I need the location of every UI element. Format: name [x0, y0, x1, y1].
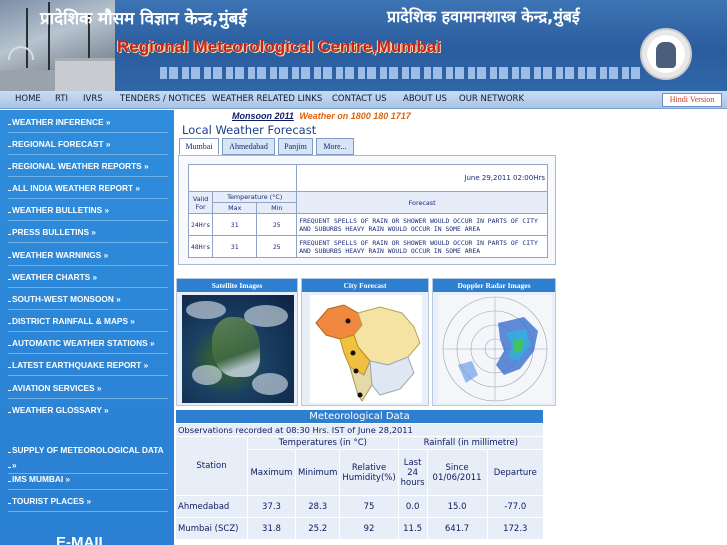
forecast-table: June 29,2011 02:00Hrs Valid For Temperat…: [187, 164, 548, 258]
nav-network[interactable]: OUR NETWORK: [459, 94, 524, 104]
tab-ahmedabad[interactable]: Ahmedabad: [222, 138, 275, 155]
header-last-24: Last 24 hours: [397, 449, 428, 496]
scrolling-marquee: [160, 67, 640, 79]
sidebar-item-regional-forecast[interactable]: REGIONAL FORECAST »: [8, 139, 111, 149]
row-max: 31: [212, 235, 258, 258]
nav-rti[interactable]: RTI: [55, 94, 68, 104]
row-forecast-text: FREQUENT SPELLS OF RAIN OR SHOWER WOULD …: [296, 235, 548, 258]
sidebar-item-district-rainfall[interactable]: DISTRICT RAINFALL & MAPS »: [8, 316, 135, 326]
city-forecast-title[interactable]: City Forecast: [302, 279, 428, 292]
monsoon-banner: Monsoon 2011 Weather on 1800 180 1717: [232, 111, 411, 121]
meteorological-data-table: Meteorological Data Observations recorde…: [175, 409, 545, 540]
header-minimum: Minimum: [294, 449, 341, 496]
sidebar-item-aws[interactable]: AUTOMATIC WEATHER STATIONS »: [8, 338, 155, 348]
header-humidity: Relative Humidity(%): [339, 449, 399, 496]
row-min: 25.2: [294, 517, 341, 540]
header-max: Max: [212, 202, 258, 214]
row-since: 641.7: [426, 517, 488, 540]
header-temperature: Temperature (°C): [212, 191, 298, 203]
local-forecast-title: Local Weather Forecast: [182, 123, 317, 137]
forecast-table-blank: [187, 164, 298, 192]
satellite-panel: Satellite Images: [176, 278, 298, 406]
sidebar-item-regional-weather-reports[interactable]: REGIONAL WEATHER REPORTS »: [8, 161, 149, 171]
header-maximum: Maximum: [247, 449, 296, 496]
nav-contact[interactable]: CONTACT US: [332, 94, 387, 104]
sidebar-item-all-india-report[interactable]: ALL INDIA WEATHER REPORT »: [8, 183, 140, 193]
row-valid: 48Hrs: [187, 235, 214, 258]
row-station: Ahmedabad: [175, 495, 248, 518]
sidebar-item-supply-data-arrow[interactable]: »: [8, 460, 17, 470]
sidebar-item-weather-bulletins[interactable]: WEATHER BULLETINS »: [7, 205, 109, 215]
doppler-panel: Doppler Radar Images: [432, 278, 556, 406]
hindi-title-left: प्रादेशिक मौसम विज्ञान केन्द्र,मुंबई: [40, 9, 247, 29]
header-station: Station: [175, 436, 248, 496]
tab-more[interactable]: More...: [316, 138, 354, 155]
nav-weather-links[interactable]: WEATHER RELATED LINKS: [212, 94, 322, 104]
sidebar-item-weather-inference[interactable]: WEATHER INFERENCE »: [8, 117, 111, 127]
top-navigation: HOME RTI IVRS TENDERS / NOTICES WEATHER …: [0, 91, 727, 109]
header-since: Since 01/06/2011: [426, 449, 488, 496]
header-departure: Departure: [486, 449, 545, 496]
nav-ivrs[interactable]: IVRS: [83, 94, 103, 104]
nav-about[interactable]: ABOUT US: [403, 94, 447, 104]
doppler-radar-image[interactable]: [438, 295, 552, 403]
satellite-image[interactable]: [182, 295, 294, 403]
row-max: 31: [212, 213, 258, 236]
ivrs-phone-text: Weather on 1800 180 1717: [299, 111, 411, 121]
sidebar-item-supply-data[interactable]: SUPPLY OF METEOROLOGICAL DATA: [8, 445, 164, 455]
row-max: 31.8: [247, 517, 296, 540]
hindi-version-button[interactable]: Hindi Version: [662, 93, 722, 107]
met-data-title: Meteorological Data: [175, 409, 544, 424]
row-last24: 11.5: [397, 517, 428, 540]
header-temperatures: Temperatures (in °C): [247, 436, 399, 450]
row-humidity: 75: [339, 495, 399, 518]
row-min: 28.3: [294, 495, 341, 518]
row-max: 37.3: [247, 495, 296, 518]
row-station: Mumbai (SCZ): [175, 517, 248, 540]
sidebar: WEATHER INFERENCE » REGIONAL FORECAST » …: [0, 110, 174, 545]
nav-tenders[interactable]: TENDERS / NOTICES: [120, 94, 206, 104]
sidebar-item-earthquake[interactable]: LATEST EARTHQUAKE REPORT »: [7, 360, 148, 370]
row-humidity: 92: [339, 517, 399, 540]
region-map-image[interactable]: [310, 295, 422, 403]
sidebar-item-glossary[interactable]: WEATHER GLOSSARY »: [8, 405, 109, 415]
header-banner: प्रादेशिक मौसम विज्ञान केन्द्र,मुंबई प्र…: [0, 0, 727, 91]
sidebar-item-sw-monsoon[interactable]: SOUTH-WEST MONSOON »: [8, 294, 121, 304]
header-valid-for: Valid For: [187, 191, 214, 214]
row-min: 25: [256, 213, 298, 236]
tab-mumbai[interactable]: Mumbai: [179, 138, 219, 155]
sidebar-item-ims-mumbai[interactable]: IMS MUMBAI »: [7, 474, 70, 484]
row-last24: 0.0: [397, 495, 428, 518]
header-rainfall: Rainfall (in millimetre): [397, 436, 545, 450]
row-min: 25: [256, 235, 298, 258]
sidebar-item-tourist-places[interactable]: TOURIST PLACES »: [7, 496, 91, 506]
row-forecast-text: FREQUENT SPELLS OF RAIN OR SHOWER WOULD …: [296, 213, 548, 236]
sidebar-item-weather-warnings[interactable]: WEATHER WARNINGS »: [7, 250, 108, 260]
nav-home[interactable]: HOME: [15, 94, 41, 104]
sidebar-item-press-bulletins[interactable]: PRESS BULLETINS »: [8, 227, 96, 237]
email-link[interactable]: E-MAIL: [56, 534, 108, 545]
doppler-title[interactable]: Doppler Radar Images: [433, 279, 555, 292]
site-title: Regional Meteorological Centre,Mumbai: [117, 37, 441, 56]
tab-panjim[interactable]: Panjim: [278, 138, 313, 155]
sidebar-item-weather-charts[interactable]: WEATHER CHARTS »: [7, 272, 97, 282]
imd-emblem-icon: [640, 28, 692, 80]
city-forecast-panel: City Forecast: [301, 278, 429, 406]
hindi-title-right: प्रादेशिक हवामानशास्त्र केन्द्र,मुंबई: [387, 7, 580, 26]
row-since: 15.0: [426, 495, 488, 518]
row-departure: -77.0: [486, 495, 545, 518]
sidebar-item-aviation[interactable]: AVIATION SERVICES »: [7, 383, 101, 393]
satellite-title[interactable]: Satellite Images: [177, 279, 297, 292]
forecast-date: June 29,2011 02:00Hrs: [296, 164, 548, 192]
header-min: Min: [256, 202, 298, 214]
observation-note: Observations recorded at 08:30 Hrs. IST …: [175, 423, 544, 437]
header-forecast: Forecast: [296, 191, 548, 214]
row-departure: 172.3: [486, 517, 545, 540]
monsoon-link[interactable]: Monsoon 2011: [232, 111, 294, 121]
row-valid: 24Hrs: [187, 213, 214, 236]
